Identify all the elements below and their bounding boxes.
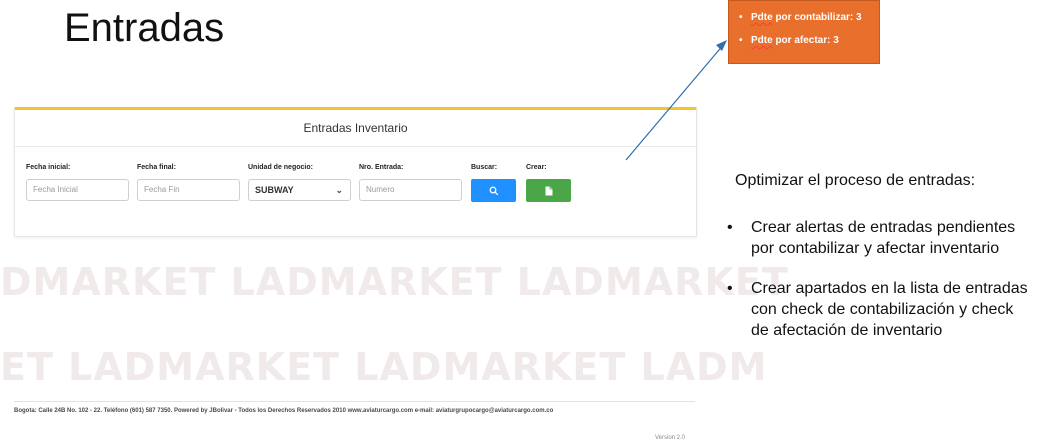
goals-list: Crear alertas de entradas pendientes por… — [725, 217, 1035, 360]
goals-title: Optimizar el proceso de entradas: — [735, 172, 976, 189]
goal-item: Crear apartados en la lista de entradas … — [725, 278, 1035, 341]
goal-item: Crear alertas de entradas pendientes por… — [725, 217, 1035, 259]
